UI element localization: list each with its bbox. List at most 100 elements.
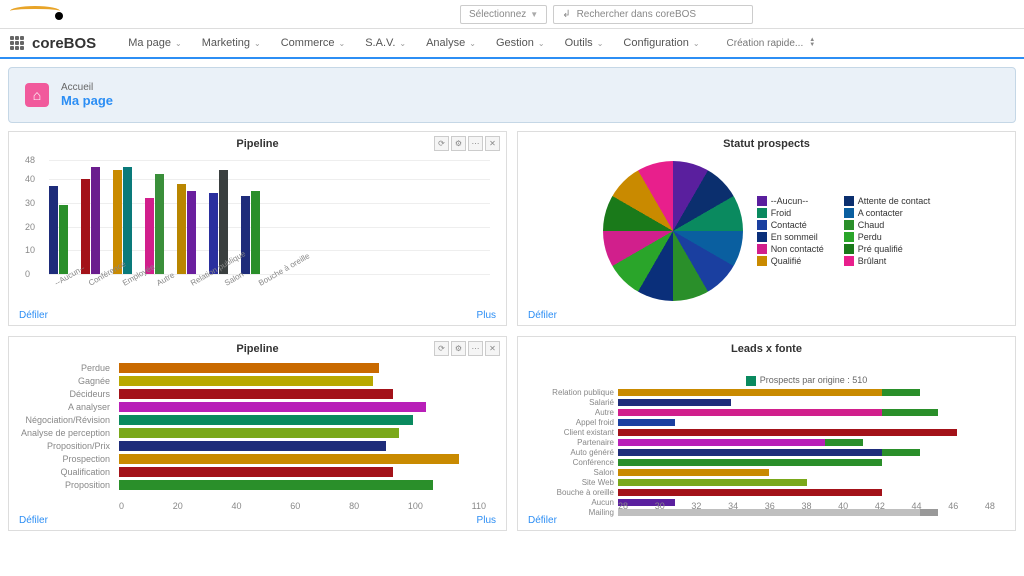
stepper-arrows-icon: ▲▼ bbox=[809, 38, 815, 48]
more-link[interactable]: Plus bbox=[477, 310, 496, 321]
menu-sav[interactable]: S.A.V.⌄ bbox=[355, 29, 416, 57]
menu-marketing[interactable]: Marketing⌄ bbox=[192, 29, 271, 57]
legend-item[interactable]: Non contacté bbox=[757, 244, 824, 254]
more-link[interactable]: Plus bbox=[477, 515, 496, 526]
bar-segment[interactable] bbox=[618, 479, 807, 486]
bar-segment[interactable] bbox=[618, 489, 882, 496]
refresh-icon[interactable]: ⟳ bbox=[434, 136, 449, 151]
bar[interactable] bbox=[119, 402, 426, 412]
settings-icon[interactable]: ⚙ bbox=[451, 136, 466, 151]
legend-item[interactable]: Qualifié bbox=[757, 256, 824, 266]
bar-segment[interactable] bbox=[618, 459, 882, 466]
widget-pipeline-bar: Pipeline ⟳ ⚙ ⋯ ✕ 01020304048--Aucun--Con… bbox=[8, 131, 507, 326]
page-title: Ma page bbox=[61, 93, 113, 108]
legend-swatch bbox=[844, 232, 854, 242]
legend-swatch bbox=[757, 232, 767, 242]
bar-segment[interactable] bbox=[618, 409, 882, 416]
legend-item[interactable]: Attente de contact bbox=[844, 196, 931, 206]
legend-item[interactable]: A contacter bbox=[844, 208, 931, 218]
breadcrumb: ⌂ Accueil Ma page bbox=[8, 67, 1016, 123]
bar[interactable] bbox=[123, 167, 132, 274]
bar[interactable] bbox=[209, 193, 218, 274]
bar[interactable] bbox=[155, 174, 164, 274]
chevron-down-icon: ⌄ bbox=[399, 39, 406, 48]
refresh-icon[interactable]: ⟳ bbox=[434, 341, 449, 356]
bar[interactable] bbox=[251, 191, 260, 274]
bar[interactable] bbox=[119, 454, 459, 464]
legend-item[interactable]: Perdu bbox=[844, 232, 931, 242]
legend-item[interactable]: Pré qualifié bbox=[844, 244, 931, 254]
chart-legend: Prospects par origine : 510 bbox=[618, 375, 995, 386]
collapse-link[interactable]: Défiler bbox=[528, 310, 557, 321]
bar[interactable] bbox=[177, 184, 186, 274]
bar[interactable] bbox=[119, 415, 413, 425]
chevron-down-icon: ⌄ bbox=[254, 39, 261, 48]
menu-outils[interactable]: Outils⌄ bbox=[555, 29, 614, 57]
more-icon[interactable]: ⋯ bbox=[468, 136, 483, 151]
search-input[interactable]: ↲Rechercher dans coreBOS bbox=[553, 5, 753, 24]
legend-swatch bbox=[844, 244, 854, 254]
widget-title: Pipeline bbox=[19, 343, 496, 355]
bar-segment[interactable] bbox=[882, 409, 939, 416]
bar-segment[interactable] bbox=[618, 469, 769, 476]
chevron-down-icon: ⌄ bbox=[175, 39, 182, 48]
bar-segment[interactable] bbox=[882, 449, 920, 456]
bar[interactable] bbox=[119, 363, 379, 373]
collapse-link[interactable]: Défiler bbox=[19, 310, 48, 321]
bar[interactable] bbox=[241, 196, 250, 274]
menu-configuration[interactable]: Configuration⌄ bbox=[613, 29, 709, 57]
bar[interactable] bbox=[119, 467, 393, 477]
bar-segment[interactable] bbox=[882, 389, 920, 396]
collapse-link[interactable]: Défiler bbox=[19, 515, 48, 526]
legend-item[interactable]: --Aucun-- bbox=[757, 196, 824, 206]
menu-analyse[interactable]: Analyse⌄ bbox=[416, 29, 486, 57]
bar[interactable] bbox=[91, 167, 100, 274]
chevron-down-icon: ⌄ bbox=[597, 39, 604, 48]
legend-swatch bbox=[844, 220, 854, 230]
bar[interactable] bbox=[119, 480, 433, 490]
bar[interactable] bbox=[119, 441, 386, 451]
bar[interactable] bbox=[119, 376, 373, 386]
settings-icon[interactable]: ⚙ bbox=[451, 341, 466, 356]
legend-item[interactable]: Chaud bbox=[844, 220, 931, 230]
legend-item[interactable]: Brûlant bbox=[844, 256, 931, 266]
widget-pipeline-hbar: Pipeline ⟳ ⚙ ⋯ ✕ PerdueGagnéeDécideursA … bbox=[8, 336, 507, 531]
bar-segment[interactable] bbox=[618, 389, 882, 396]
bar-segment[interactable] bbox=[618, 439, 825, 446]
module-select[interactable]: Sélectionnez▼ bbox=[460, 5, 547, 24]
bar[interactable] bbox=[49, 186, 58, 274]
bar-segment[interactable] bbox=[618, 419, 675, 426]
logo bbox=[10, 4, 70, 24]
brand-label: coreBOS bbox=[32, 35, 96, 52]
bar[interactable] bbox=[113, 170, 122, 275]
pie-chart bbox=[603, 161, 743, 301]
bar-segment[interactable] bbox=[825, 439, 863, 446]
bar[interactable] bbox=[59, 205, 68, 274]
bar[interactable] bbox=[119, 389, 393, 399]
widget-statut-prospects: Statut prospects --Aucun-- Attente de con… bbox=[517, 131, 1016, 326]
close-icon[interactable]: ✕ bbox=[485, 341, 500, 356]
legend-item[interactable]: En sommeil bbox=[757, 232, 824, 242]
bar[interactable] bbox=[119, 428, 399, 438]
legend-swatch bbox=[844, 196, 854, 206]
bar-segment[interactable] bbox=[618, 399, 731, 406]
bar-segment[interactable] bbox=[618, 449, 882, 456]
menu-gestion[interactable]: Gestion⌄ bbox=[486, 29, 555, 57]
legend-item[interactable]: Contacté bbox=[757, 220, 824, 230]
chevron-down-icon: ⌄ bbox=[693, 39, 700, 48]
home-icon[interactable]: ⌂ bbox=[25, 83, 49, 107]
more-icon[interactable]: ⋯ bbox=[468, 341, 483, 356]
widget-title: Leads x fonte bbox=[528, 343, 1005, 355]
legend-item[interactable]: Froid bbox=[757, 208, 824, 218]
close-icon[interactable]: ✕ bbox=[485, 136, 500, 151]
bar[interactable] bbox=[187, 191, 196, 274]
legend-swatch bbox=[757, 220, 767, 230]
bar-segment[interactable] bbox=[618, 429, 957, 436]
widget-title: Statut prospects bbox=[528, 138, 1005, 150]
breadcrumb-parent: Accueil bbox=[61, 82, 113, 93]
menu-commerce[interactable]: Commerce⌄ bbox=[271, 29, 356, 57]
quick-create-select[interactable]: Création rapide...▲▼ bbox=[718, 33, 825, 54]
menu-mapage[interactable]: Ma page⌄ bbox=[118, 29, 192, 57]
bar[interactable] bbox=[81, 179, 90, 274]
apps-grid-icon[interactable] bbox=[10, 36, 24, 50]
